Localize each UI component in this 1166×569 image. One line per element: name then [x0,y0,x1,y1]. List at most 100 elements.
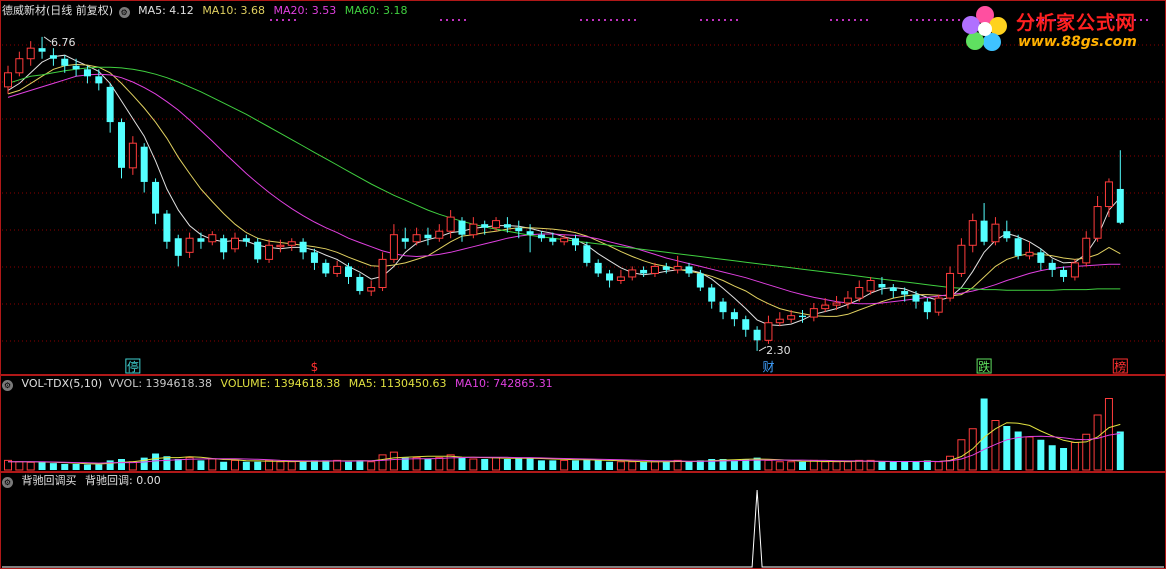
volume-bar [322,460,330,470]
volume-bar [583,459,591,470]
candle-down [526,231,534,235]
candle-down [61,58,69,66]
gear-icon[interactable]: ⚙ [2,380,13,391]
signal-dot [724,19,726,21]
signal-dot [586,19,588,21]
volume-bar [174,459,182,470]
candle-down [696,273,704,288]
candle-up [208,234,217,243]
signal-dot [592,19,594,21]
candle-down [889,287,897,292]
volume-bar [72,463,80,470]
signal-dot [288,19,290,21]
signal-dot [922,19,924,21]
candle-up [435,230,444,239]
signal-dot [580,19,582,21]
candle-down [1116,188,1124,223]
signal-dot [628,19,630,21]
candle-down [49,55,57,59]
volume-bar [118,459,125,470]
vol-ma10-label: MA10: 742865.31 [454,377,553,390]
candle-up [287,241,296,246]
signal-dot [836,19,838,21]
volume-bar [197,460,205,470]
candle-down [72,65,80,70]
candle-up [333,265,342,274]
signal-dot [700,19,702,21]
indicator-panel[interactable]: ⚙ 背驰回调买 背驰回调: 0.00 [0,472,1166,569]
volume-panel[interactable]: ⚙ VOL-TDX(5,10) VVOL: 1394618.38 VOLUME:… [0,375,1166,472]
candle-down [753,329,761,341]
candle-down [583,245,591,263]
signal-dot [854,19,856,21]
volume-bar [1070,442,1079,471]
volume-bar [980,398,988,470]
event-marker: 跌 [978,359,990,374]
stock-name: 德威新材(日线 前复权) [2,4,114,17]
high-pointer [43,36,52,43]
candle-up [968,220,977,246]
candle-down [549,238,557,242]
candle-up [991,223,1000,243]
volume-bar [526,457,534,470]
price-panel[interactable]: 6.76 2.30 停 $ 财 跌 榜 德威新材(日线 前复权) ⚙ MA5: 4.12 M… [0,0,1166,375]
signal-dot [616,19,618,21]
signal-dot [830,19,832,21]
candle-up [809,308,818,318]
volume-bar [650,461,659,471]
signal-dot [916,19,918,21]
volume-bar [61,463,69,470]
volume-bar [163,456,171,470]
volume-bar [345,461,352,470]
candle-down [719,301,727,313]
candle-down [980,220,988,242]
flower-logo-icon [962,6,1007,51]
candle-up [673,265,682,271]
volume-bar [821,461,830,471]
signal-dot [458,19,460,21]
gear-icon[interactable]: ⚙ [2,477,13,488]
indicator-header: ⚙ 背驰回调买 背驰回调: 0.00 [2,474,166,488]
logo-brand: 分析家公式网 [1016,12,1137,34]
candle-up [367,287,376,292]
event-marker: 榜 [1114,359,1126,374]
volume-bar [560,459,569,471]
signal-dot [730,19,732,21]
indicator-value: 背驰回调: 0.00 [85,474,161,487]
site-logo: 分析家公式网 www.88gs.com [960,2,1160,58]
candle-up [934,297,943,313]
low-price-label: 2.30 [766,344,791,357]
volume-bar [1116,431,1124,470]
gear-icon[interactable]: ⚙ [118,7,130,18]
signal-dot [940,19,942,21]
volume-bar [242,461,250,470]
indicator-chart[interactable] [0,472,1166,569]
panel-frame [0,472,1166,569]
candle-down [1060,269,1068,277]
vvol-label: VVOL: 1394618.38 [108,377,213,390]
event-marker: 停 [127,359,139,374]
candle-down [515,227,523,232]
volume-bar [378,454,387,471]
candle-down [572,238,579,246]
volume-bar [38,461,46,470]
signal-dot [928,19,930,21]
volume-bar [446,454,455,471]
candle-down [322,262,330,274]
candle-down [912,294,920,302]
signal-dot [712,19,714,21]
candle-down [1037,252,1045,263]
volume-bar [208,458,217,471]
candle-down [685,266,693,274]
volume-bar [424,459,432,470]
candle-down [424,234,432,239]
volume-bar [458,457,466,470]
volume-bar [616,461,625,471]
candle-down [106,86,114,123]
candle-down [901,291,909,295]
ma60-line [7,66,1121,291]
candle-up [775,318,784,324]
candle-down [152,181,160,214]
signal-dot [946,19,948,21]
candle-down [742,319,750,330]
